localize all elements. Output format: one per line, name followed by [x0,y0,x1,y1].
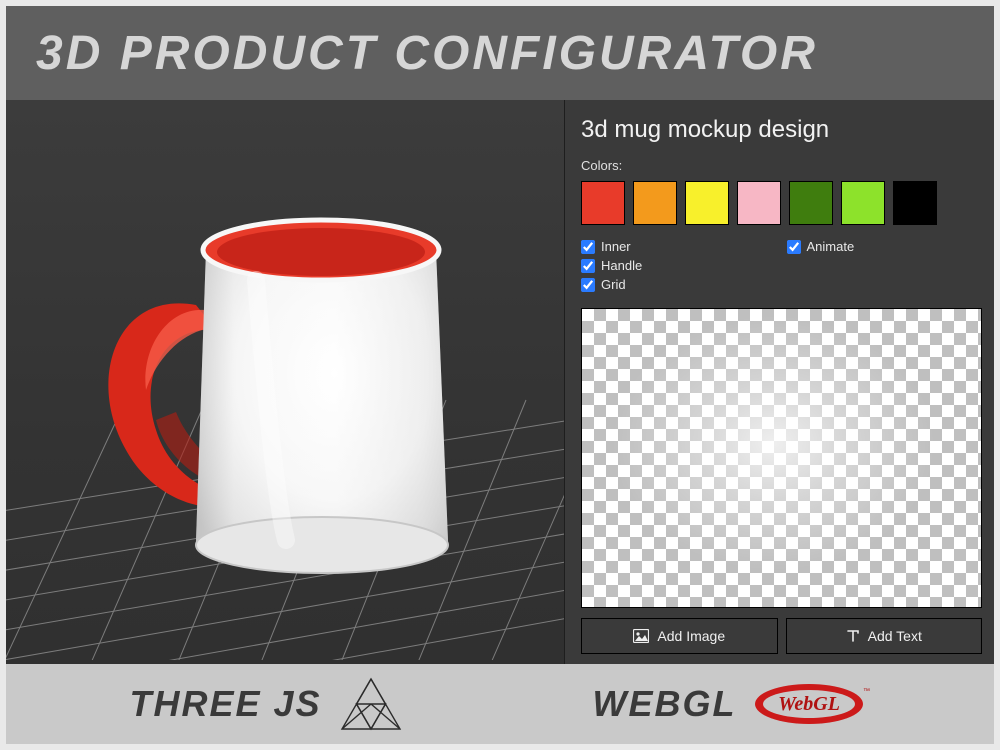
swatch-pink[interactable] [737,181,781,225]
webgl-badge-text: WebGL [778,693,840,715]
check-animate-box[interactable] [787,240,801,254]
texture-canvas[interactable] [581,308,982,608]
panel-buttons: Add Image Add Text [581,618,982,654]
add-text-label: Add Text [868,628,922,644]
webgl-label: WEBGL [593,683,737,725]
swatch-black[interactable] [893,181,937,225]
check-animate[interactable]: Animate [787,239,983,254]
image-icon [633,629,649,643]
swatch-yellow[interactable] [685,181,729,225]
main-area: 3d mug mockup design Colors: Inner Anim [6,100,994,664]
viewport-canvas [6,100,564,660]
check-grid[interactable]: Grid [581,277,777,292]
footer: THREE JS WEBGL W [6,664,994,744]
viewport-3d[interactable] [6,100,564,664]
brand-threejs: THREE JS [129,673,405,735]
swatch-red[interactable] [581,181,625,225]
brand-webgl: WEBGL WebGL ™ [593,679,871,729]
color-swatches [581,181,982,225]
webgl-logo-icon: WebGL ™ [751,679,871,729]
check-inner[interactable]: Inner [581,239,777,254]
threejs-icon [336,673,406,735]
check-handle[interactable]: Handle [581,258,777,273]
check-grid-box[interactable] [581,278,595,292]
swatch-lime[interactable] [841,181,885,225]
add-text-button[interactable]: Add Text [786,618,983,654]
check-inner-label: Inner [601,239,631,254]
check-grid-label: Grid [601,277,626,292]
panel-title: 3d mug mockup design [581,116,982,144]
check-handle-label: Handle [601,258,642,273]
add-image-button[interactable]: Add Image [581,618,778,654]
threejs-label: THREE JS [129,683,321,725]
app-frame: 3D PRODUCT CONFIGURATOR [0,0,1000,750]
config-panel: 3d mug mockup design Colors: Inner Anim [564,100,994,664]
text-icon [846,629,860,643]
add-image-label: Add Image [657,628,725,644]
check-inner-box[interactable] [581,240,595,254]
check-animate-label: Animate [807,239,855,254]
options-checks: Inner Animate Handle Grid [581,239,982,292]
colors-label: Colors: [581,158,982,173]
mug [108,220,448,573]
top-banner: 3D PRODUCT CONFIGURATOR [6,6,994,100]
banner-title: 3D PRODUCT CONFIGURATOR [36,26,818,81]
svg-text:™: ™ [863,688,870,695]
swatch-orange[interactable] [633,181,677,225]
mug-inner [217,228,425,276]
check-handle-box[interactable] [581,259,595,273]
swatch-darkgreen[interactable] [789,181,833,225]
